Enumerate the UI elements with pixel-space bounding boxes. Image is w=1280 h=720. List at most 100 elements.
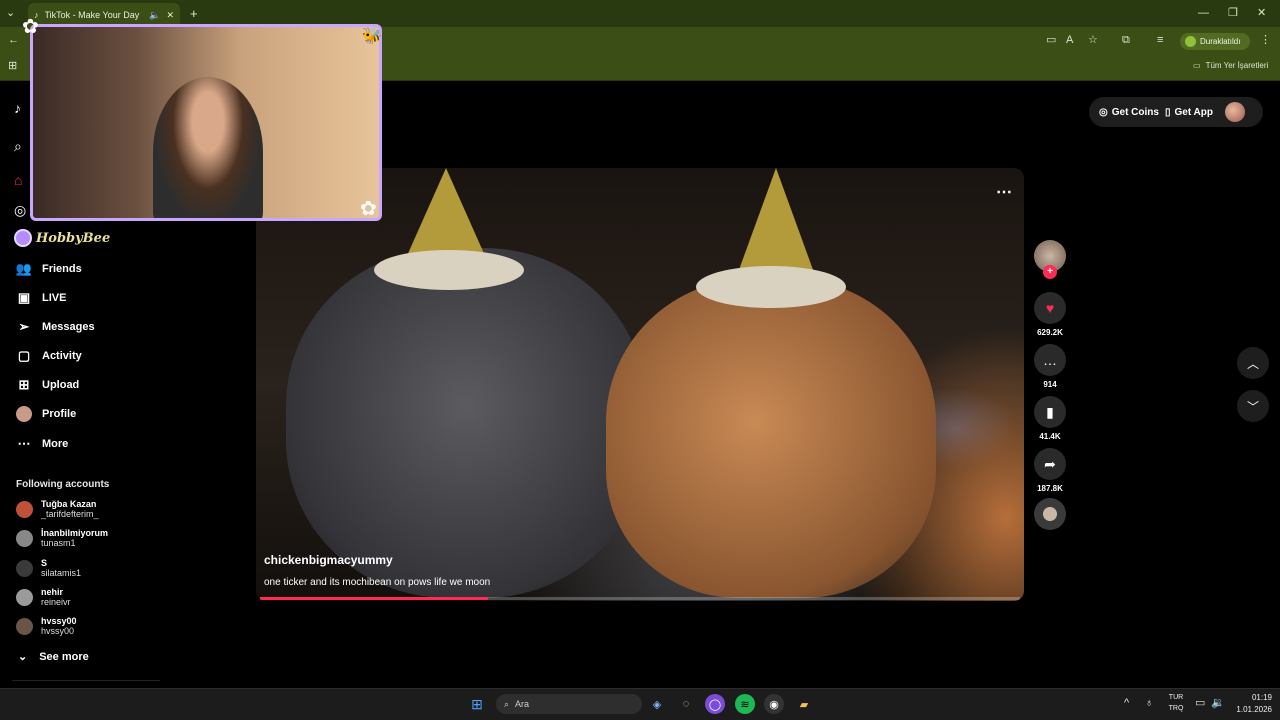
microphone-icon[interactable]: ♁ xyxy=(1145,698,1153,709)
account-handle: silatamis1 xyxy=(41,568,82,578)
following-accounts-heading: Following accounts xyxy=(16,479,110,490)
stream-brand: HobbyBee xyxy=(14,229,110,247)
search-icon[interactable]: ⌕ xyxy=(14,138,22,155)
all-bookmarks-button[interactable]: ▭ Tüm Yer İşaretleri xyxy=(1193,61,1268,70)
see-more-button[interactable]: ⌄ See more xyxy=(18,650,89,664)
extensions-icon[interactable]: ⧉ xyxy=(1122,35,1130,46)
system-clock[interactable]: 01:19 1.01.2026 xyxy=(1228,692,1272,716)
user-avatar[interactable] xyxy=(1225,102,1245,122)
browser-menu-icon[interactable]: ⋮ xyxy=(1260,35,1271,46)
network-app-icon[interactable]: ◈ xyxy=(647,694,667,714)
tab-list-icon[interactable]: ⌄ xyxy=(6,8,15,19)
share-count: 187.8K xyxy=(1037,484,1063,493)
like-button[interactable]: ♥ 629.2K xyxy=(1034,292,1066,337)
webcam-overlay xyxy=(30,24,382,221)
maximize-icon[interactable]: ❐ xyxy=(1228,8,1238,19)
tab-close-icon[interactable]: ✕ xyxy=(166,10,174,21)
back-icon[interactable]: ← xyxy=(8,35,19,46)
get-app-button[interactable]: ▯ Get App xyxy=(1165,107,1213,118)
sidebar-item-activity[interactable]: ▢ Activity xyxy=(16,348,82,364)
profile-status: Duraklatıldı xyxy=(1200,37,1241,46)
windows-start-icon[interactable]: ⊞ xyxy=(467,694,487,714)
apps-grid-icon[interactable]: ⊞ xyxy=(8,61,17,72)
chrome-icon[interactable]: ◉ xyxy=(764,694,784,714)
sidebar-item-label: Friends xyxy=(42,263,82,275)
share-icon: ➦ xyxy=(1034,448,1066,480)
browser-profile-chip[interactable]: Duraklatıldı xyxy=(1180,33,1250,50)
video-progress-bar[interactable] xyxy=(260,597,1020,600)
video-more-options-icon[interactable]: ⋯ xyxy=(996,182,1013,202)
previous-video-button[interactable]: ︿ xyxy=(1237,347,1269,379)
party-hat-left xyxy=(406,168,486,258)
following-account[interactable]: Tuğba Kazan _tarifdefterim_ xyxy=(16,499,99,519)
comment-button[interactable]: … 914 xyxy=(1034,344,1066,389)
tab-audio-icon[interactable]: 🔈 xyxy=(149,10,160,21)
phone-icon: ▯ xyxy=(1164,106,1171,118)
minimize-icon[interactable]: — xyxy=(1198,8,1209,19)
heart-icon: ♥ xyxy=(1034,292,1066,324)
chevron-down-icon: ﹀ xyxy=(1246,399,1259,414)
video-author[interactable]: chickenbigmacyummy xyxy=(264,553,393,567)
chevron-down-icon: ⌄ xyxy=(18,651,28,663)
share-button[interactable]: ➦ 187.8K xyxy=(1034,448,1066,493)
save-count: 41.4K xyxy=(1039,432,1061,441)
cast-icon[interactable]: ▭ xyxy=(1046,35,1056,46)
display-icon[interactable]: ▭ xyxy=(1195,698,1205,709)
media-control-icon[interactable]: ≡ xyxy=(1157,35,1163,46)
music-disc-icon[interactable] xyxy=(1034,498,1066,530)
following-account[interactable]: Ssilatamis1 xyxy=(16,558,81,578)
sidebar-item-label: LIVE xyxy=(42,292,67,304)
save-button[interactable]: ▮ 41.4K xyxy=(1034,396,1066,441)
following-account[interactable]: nehir reineivr xyxy=(16,587,71,607)
language-indicator[interactable]: TUR TRQ xyxy=(1166,692,1186,714)
flower-decoration-icon: ✿ xyxy=(360,198,377,220)
video-player[interactable]: ⋯ chickenbigmacyummy one ticker and its … xyxy=(256,168,1024,601)
brand-name: HobbyBee xyxy=(36,230,111,246)
get-coins-button[interactable]: ◎ Get Coins xyxy=(1099,107,1159,118)
account-handle: _tarifdefterim_ xyxy=(41,509,99,519)
bookmark-star-icon[interactable]: ☆ xyxy=(1088,35,1098,46)
follow-plus-icon[interactable]: + xyxy=(1043,265,1057,279)
sidebar-item-label: Profile xyxy=(42,408,77,420)
video-frame-grey-kitten xyxy=(286,248,646,598)
see-more-label: See more xyxy=(39,650,89,663)
file-explorer-icon[interactable]: ▰ xyxy=(794,694,814,714)
sidebar-item-messages[interactable]: ➢ Messages xyxy=(16,319,95,335)
following-account[interactable]: hvssy00 hvssy00 xyxy=(16,616,77,636)
video-frame-orange-kitten xyxy=(606,278,936,598)
comment-icon: … xyxy=(1034,344,1066,376)
account-handle: reineivr xyxy=(41,597,71,607)
avatar xyxy=(16,588,33,606)
bookmark-icon: ▮ xyxy=(1034,396,1066,428)
spotify-icon[interactable]: ≋ xyxy=(735,694,755,714)
close-window-icon[interactable]: ✕ xyxy=(1257,8,1266,19)
sidebar-item-more[interactable]: ⋯ More xyxy=(16,436,69,452)
following-account[interactable]: İnanbilmiyorum tunasm1 xyxy=(16,528,108,548)
new-tab-icon[interactable]: + xyxy=(190,7,198,20)
sidebar-item-label: Activity xyxy=(42,350,82,362)
search-icon: ⌕ xyxy=(504,698,510,709)
app-circle-icon[interactable]: ◯ xyxy=(705,694,725,714)
home-icon[interactable]: ⌂ xyxy=(14,172,22,188)
translate-icon[interactable]: A xyxy=(1066,35,1073,46)
flower-decoration-icon: ✿ xyxy=(22,16,39,38)
comment-count: 914 xyxy=(1043,380,1057,389)
search-placeholder: Ara xyxy=(515,699,530,709)
volume-icon[interactable]: 🔉 xyxy=(1211,698,1225,709)
explore-icon[interactable]: ◎ xyxy=(14,202,26,219)
tab-title: TikTok - Make Your Day xyxy=(44,10,140,20)
all-bookmarks-label: Tüm Yer İşaretleri xyxy=(1205,61,1269,70)
sidebar-item-profile[interactable]: Profile xyxy=(16,406,76,422)
tray-chevron-up-icon[interactable]: ^ xyxy=(1124,698,1129,709)
friends-icon: 👥 xyxy=(15,261,33,276)
sidebar-item-friends[interactable]: 👥 Friends xyxy=(16,261,82,277)
sidebar-item-upload[interactable]: ⊞ Upload xyxy=(16,377,80,393)
account-name: hvssy00 xyxy=(41,616,77,626)
bee-icon: 🐝 xyxy=(362,28,382,45)
settings-app-icon[interactable]: ◌ xyxy=(676,694,696,714)
taskbar-search[interactable]: ⌕ Ara xyxy=(496,694,642,714)
get-coins-label: Get Coins xyxy=(1111,106,1159,118)
next-video-button[interactable]: ﹀ xyxy=(1237,390,1269,422)
sidebar-item-live[interactable]: ▣ LIVE xyxy=(16,290,67,306)
tiktok-logo-icon[interactable]: ♪ xyxy=(14,100,21,116)
